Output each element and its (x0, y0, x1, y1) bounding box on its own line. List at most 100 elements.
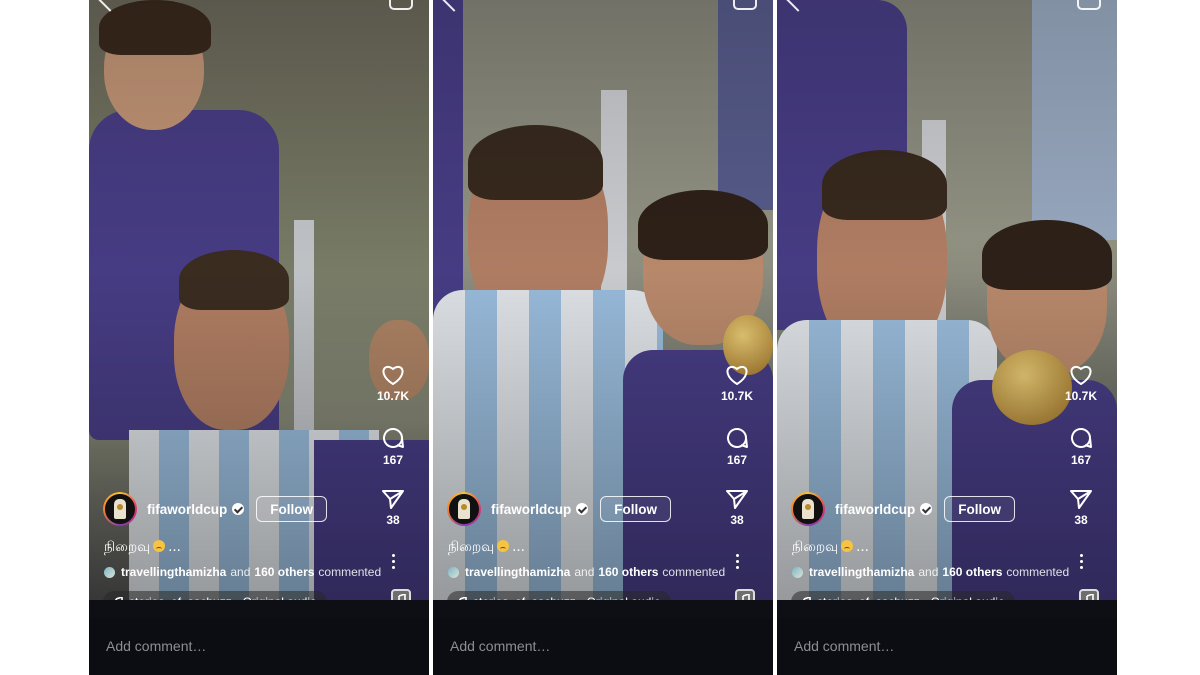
trophy-logo-icon (114, 499, 126, 519)
commented-line[interactable]: travellingthamizha and 160 others commen… (792, 565, 1069, 579)
account-row: fifaworldcup Follow (791, 490, 1015, 528)
share-icon (1070, 490, 1092, 509)
camera-icon[interactable] (1077, 0, 1101, 10)
follow-button[interactable]: Follow (944, 496, 1015, 522)
commenter-name: travellingthamizha (121, 565, 227, 579)
comment-button[interactable]: 167 (375, 426, 411, 488)
share-count: 38 (730, 513, 744, 527)
commented-tail: commented (1006, 565, 1070, 579)
share-icon (726, 490, 748, 509)
share-button[interactable]: 38 (375, 488, 411, 550)
reel-video[interactable]: 10.7K 167 38 fifaworldcup Follow நிறைவு.… (433, 0, 773, 600)
audio-label: stories_of_sachuzz • Original audio (473, 591, 661, 600)
commented-tail: commented (662, 565, 726, 579)
music-note-icon (115, 596, 123, 600)
share-count: 38 (386, 513, 400, 527)
reel-video[interactable]: 10.7K 167 38 fifaworldcup Follow நிறைவு.… (777, 0, 1117, 600)
comment-count: 167 (726, 453, 748, 467)
comment-button[interactable]: 167 (719, 426, 755, 488)
caption[interactable]: நிறைவு... (104, 539, 181, 557)
follow-button[interactable]: Follow (600, 496, 671, 522)
commented-and: and (918, 565, 939, 579)
comment-bar (777, 618, 1117, 675)
more-icon[interactable] (725, 554, 749, 580)
audio-pill[interactable]: stories_of_sachuzz • Original audio (447, 591, 671, 600)
sad-face-icon (841, 540, 854, 552)
commented-others: 160 others (598, 565, 659, 579)
reel-panel-3: 10.7K 167 38 fifaworldcup Follow நிறைவு.… (777, 0, 1117, 675)
audio-pill[interactable]: stories_of_sachuzz • Original audio (791, 591, 1015, 600)
account-row: fifaworldcup Follow (103, 490, 327, 528)
music-note-icon (398, 593, 406, 600)
comment-input[interactable] (106, 638, 406, 654)
commented-tail: commented (318, 565, 382, 579)
comment-icon (727, 428, 748, 448)
commenter-avatar (448, 566, 459, 578)
audio-label: stories_of_sachuzz • Original audio (817, 591, 1005, 600)
more-icon[interactable] (1069, 554, 1093, 580)
more-icon[interactable] (381, 554, 405, 580)
like-button[interactable]: 10.7K (1063, 364, 1099, 426)
username[interactable]: fifaworldcup (835, 502, 915, 517)
comment-count: 167 (1070, 453, 1092, 467)
username[interactable]: fifaworldcup (491, 502, 571, 517)
avatar[interactable] (791, 492, 825, 526)
comment-input[interactable] (450, 638, 750, 654)
caption-more: ... (512, 539, 525, 555)
heart-icon (726, 365, 748, 386)
commented-line[interactable]: travellingthamizha and 160 others commen… (104, 565, 381, 579)
reel-video[interactable]: 10.7K 167 38 fifaworldcup Follow நிறைவு.… (89, 0, 429, 600)
heart-icon (1070, 365, 1092, 386)
commented-and: and (574, 565, 595, 579)
camera-icon[interactable] (389, 0, 413, 10)
follow-button[interactable]: Follow (256, 496, 327, 522)
like-button[interactable]: 10.7K (375, 364, 411, 426)
reel-panel-1: 10.7K 167 38 fifaworldcup Follow நிறைவு.… (89, 0, 429, 675)
caption-text: நிறைவு (792, 539, 839, 555)
audio-label: stories_of_sachuzz • Original audio (129, 591, 317, 600)
share-count: 38 (1074, 513, 1088, 527)
like-button[interactable]: 10.7K (719, 364, 755, 426)
comment-icon (383, 428, 404, 448)
caption[interactable]: நிறைவு... (792, 539, 869, 557)
share-button[interactable]: 38 (719, 488, 755, 550)
caption[interactable]: நிறைவு... (448, 539, 525, 557)
comment-bar (433, 618, 773, 675)
reel-panel-2: 10.7K 167 38 fifaworldcup Follow நிறைவு.… (433, 0, 773, 675)
audio-thumbnail[interactable] (1079, 589, 1099, 600)
comment-bar (89, 618, 429, 675)
username[interactable]: fifaworldcup (147, 502, 227, 517)
caption-more: ... (856, 539, 869, 555)
commenter-avatar (792, 566, 803, 578)
comment-icon (1071, 428, 1092, 448)
verified-icon (576, 503, 589, 515)
sad-face-icon (497, 540, 510, 552)
commented-others: 160 others (254, 565, 315, 579)
avatar[interactable] (447, 492, 481, 526)
verified-icon (232, 503, 245, 515)
music-note-icon (1086, 593, 1094, 600)
caption-more: ... (168, 539, 181, 555)
commenter-name: travellingthamizha (809, 565, 915, 579)
comment-button[interactable]: 167 (1063, 426, 1099, 488)
action-rail: 10.7K 167 38 (375, 364, 411, 580)
sad-face-icon (153, 540, 166, 552)
audio-thumbnail[interactable] (391, 589, 411, 600)
camera-icon[interactable] (733, 0, 757, 10)
comment-input[interactable] (794, 638, 1094, 654)
music-note-icon (742, 593, 750, 600)
audio-thumbnail[interactable] (735, 589, 755, 600)
audio-pill[interactable]: stories_of_sachuzz • Original audio (103, 591, 327, 600)
trophy-logo-icon (458, 499, 470, 519)
caption-text: நிறைவு (104, 539, 151, 555)
like-count: 10.7K (376, 389, 410, 403)
commented-line[interactable]: travellingthamizha and 160 others commen… (448, 565, 725, 579)
music-note-icon (459, 596, 467, 600)
share-button[interactable]: 38 (1063, 488, 1099, 550)
trophy-logo-icon (802, 499, 814, 519)
commenter-name: travellingthamizha (465, 565, 571, 579)
avatar[interactable] (103, 492, 137, 526)
verified-icon (920, 503, 933, 515)
caption-text: நிறைவு (448, 539, 495, 555)
account-row: fifaworldcup Follow (447, 490, 671, 528)
